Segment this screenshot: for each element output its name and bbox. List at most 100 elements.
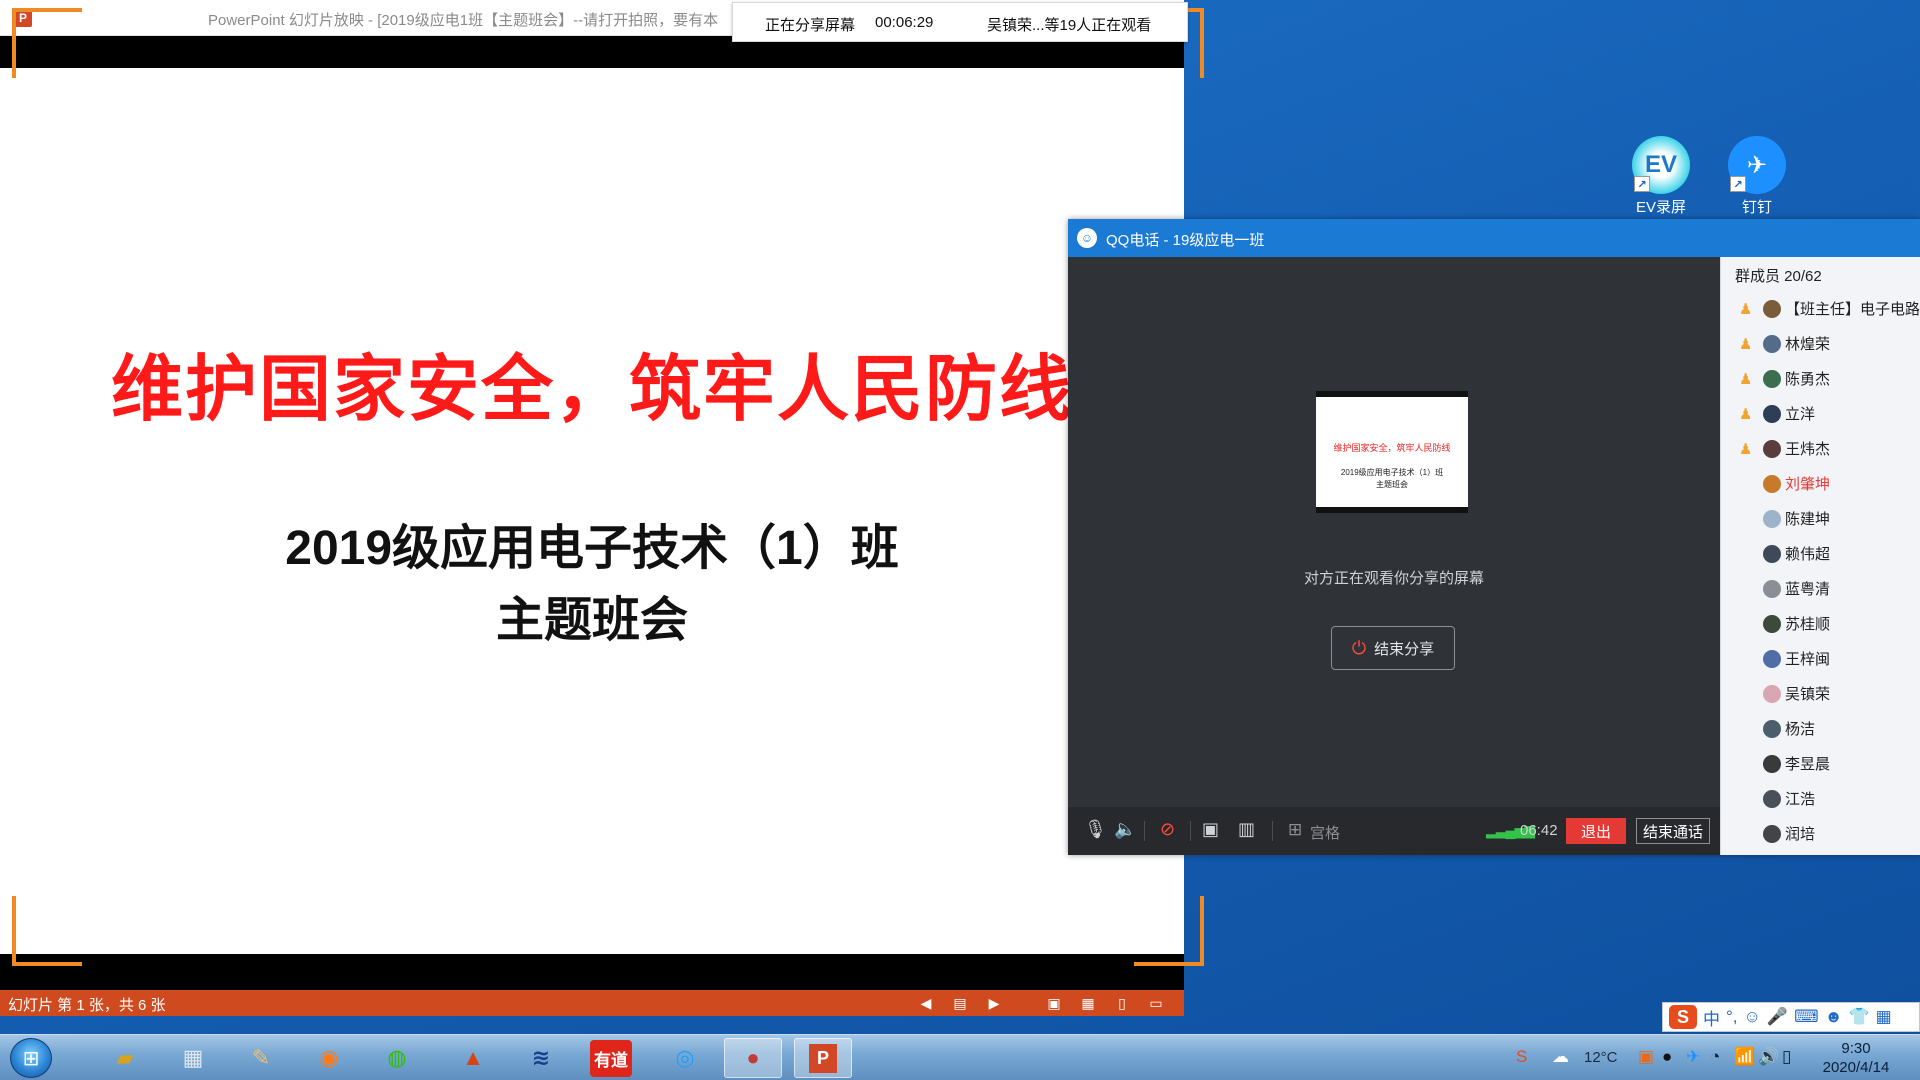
taskbar-wechat-icon[interactable]: ◍ bbox=[368, 1038, 426, 1078]
member-row[interactable]: 刘肇坤 bbox=[1721, 466, 1920, 501]
ime-punctuation[interactable]: °, bbox=[1726, 1007, 1738, 1027]
camera-off-icon[interactable]: ⊘ bbox=[1160, 819, 1175, 840]
taskbar-calculator-icon[interactable]: ▦ bbox=[164, 1038, 222, 1078]
member-row[interactable]: 江浩 bbox=[1721, 781, 1920, 816]
member-row[interactable]: ♟ 王炜杰 bbox=[1721, 431, 1920, 466]
avatar bbox=[1763, 299, 1781, 318]
desktop-icon-dingtalk[interactable]: ✈ ↗ 钉钉 bbox=[1714, 136, 1800, 217]
member-row[interactable]: 李昱晨 bbox=[1721, 746, 1920, 781]
ime-mode[interactable]: 中 bbox=[1703, 1005, 1720, 1030]
weather-cloud-icon[interactable]: ☁ bbox=[1552, 1047, 1569, 1067]
member-row[interactable]: 陈建坤 bbox=[1721, 501, 1920, 536]
taskbar-file-explorer-icon[interactable]: ▰ bbox=[96, 1038, 154, 1078]
slide-canvas[interactable]: 维护国家安全，筑牢人民防线 2019级应用电子技术（1）班 主题班会 bbox=[0, 68, 1184, 954]
qq-call-controls: 🎙 🔈 ⊘ ▣ ▥ ⊞ 宫格 ▂▃▄▅▆ 06:42 退出 结束通话 bbox=[1068, 807, 1720, 855]
exit-call-button[interactable]: 退出 bbox=[1566, 818, 1626, 844]
slideshow-view-icon[interactable]: ▭ bbox=[1146, 993, 1166, 1013]
taskbar-powerpoint-icon[interactable]: P bbox=[794, 1038, 852, 1078]
shared-screen-thumbnail[interactable]: 维护国家安全，筑牢人民防线 2019级应用电子技术（1）班 主题班会 bbox=[1316, 391, 1468, 513]
microphone-icon[interactable]: 🎙 bbox=[1084, 819, 1107, 840]
volume-icon[interactable]: 🔊 bbox=[1758, 1047, 1779, 1067]
powerpoint-slideshow-window: P PowerPoint 幻灯片放映 - [2019级应电1班【主题班会】--请… bbox=[0, 0, 1184, 1016]
avatar bbox=[1763, 824, 1781, 843]
taskbar-matlab-icon[interactable]: ▲ bbox=[444, 1038, 502, 1078]
ime-toolbar[interactable]: S 中 °, ☺ 🎤 ⌨ ☻ 👕 ▦ bbox=[1662, 1002, 1920, 1032]
slide-subtitle-line2: 主题班会 bbox=[495, 594, 688, 647]
qq-window-title: QQ电话 - 19级应电一班 bbox=[1106, 232, 1265, 249]
screen-share-icon[interactable]: ▣ bbox=[1202, 819, 1219, 840]
member-row[interactable]: 润培 bbox=[1721, 816, 1920, 851]
slide-subtitle-line1: 2019级应用电子技术（1）班 bbox=[285, 522, 899, 575]
avatar bbox=[1763, 754, 1781, 773]
taskbar-paint-icon[interactable]: ✎ bbox=[232, 1038, 290, 1078]
member-row[interactable]: 杨洁 bbox=[1721, 711, 1920, 746]
speaker-icon[interactable]: 🔈 bbox=[1114, 819, 1136, 840]
share-viewers[interactable]: 吴镇荣...等19人正在观看 bbox=[987, 14, 1151, 35]
desktop-icon-ev-recorder[interactable]: EV ↗ EV录屏 bbox=[1618, 136, 1704, 217]
slide-sorter-icon[interactable]: ▦ bbox=[1078, 993, 1098, 1013]
member-name: 李昱晨 bbox=[1785, 756, 1831, 773]
skin-icon[interactable]: 👕 bbox=[1849, 1007, 1870, 1027]
qq-titlebar[interactable]: ☺ QQ电话 - 19级应电一班 bbox=[1068, 219, 1920, 257]
previous-slide-icon[interactable]: ◀ bbox=[916, 993, 936, 1013]
mic-active-icon: ♟ bbox=[1739, 405, 1753, 423]
dingtalk-tray-icon[interactable]: ✈ bbox=[1686, 1047, 1700, 1067]
member-name: 【班主任】电子电路 bbox=[1785, 301, 1920, 318]
taskbar-qq-call-icon[interactable]: ● bbox=[724, 1038, 782, 1078]
shortcut-arrow-icon: ↗ bbox=[1730, 176, 1746, 192]
tray-app-icon[interactable]: ▣ bbox=[1638, 1047, 1654, 1067]
user-icon[interactable]: ☻ bbox=[1825, 1007, 1843, 1027]
end-share-button[interactable]: ⏻ 结束分享 bbox=[1331, 626, 1455, 670]
member-row[interactable]: ♟ 陈勇杰 bbox=[1721, 361, 1920, 396]
divider bbox=[1144, 821, 1145, 841]
taskbar-firefox-icon[interactable]: ◉ bbox=[300, 1038, 358, 1078]
avatar bbox=[1763, 509, 1781, 528]
sogou-tray-icon[interactable]: S bbox=[1516, 1047, 1527, 1067]
thumbnail-slide-title: 维护国家安全，筑牢人民防线 bbox=[1333, 443, 1451, 453]
voice-input-icon[interactable]: 🎤 bbox=[1767, 1007, 1788, 1027]
end-call-button[interactable]: 结束通话 bbox=[1636, 818, 1710, 844]
presentation-icon[interactable]: ▥ bbox=[1238, 819, 1255, 840]
grid-view-icon[interactable]: ⊞ bbox=[1288, 820, 1302, 840]
avatar bbox=[1763, 614, 1781, 633]
reading-view-icon[interactable]: ▯ bbox=[1112, 993, 1132, 1013]
slide-counter: 幻灯片 第 1 张，共 6 张 bbox=[8, 997, 166, 1014]
member-row[interactable]: 王梓闽 bbox=[1721, 641, 1920, 676]
qq-tray-icon[interactable]: ● bbox=[1662, 1047, 1672, 1067]
member-row[interactable]: ♟ 立洋 bbox=[1721, 396, 1920, 431]
taskbar-qq-browser-icon[interactable]: ◎ bbox=[656, 1038, 714, 1078]
slide-title: 维护国家安全，筑牢人民防线 bbox=[110, 346, 1073, 431]
avatar bbox=[1763, 579, 1781, 598]
normal-view-icon[interactable]: ▣ bbox=[1044, 993, 1064, 1013]
sogou-ime-icon[interactable]: S bbox=[1669, 1005, 1697, 1029]
member-row[interactable]: 苏桂顺 bbox=[1721, 606, 1920, 641]
tray-app-icon-2[interactable]: ◔ bbox=[1710, 1047, 1720, 1067]
letterbox-bottom bbox=[0, 954, 1184, 990]
battery-icon[interactable]: ▯ bbox=[1782, 1047, 1791, 1067]
member-row[interactable]: 吴镇荣 bbox=[1721, 676, 1920, 711]
thumbnail-slide-subtitle2: 主题班会 bbox=[1376, 480, 1408, 489]
member-panel: 群成员 20/62 ♟ 【班主任】电子电路 ♟ 林煌荣 ♟ 陈勇杰 ♟ 立洋 ♟ 王炜杰 刘肇坤 陈建… bbox=[1720, 257, 1920, 855]
member-row[interactable]: 蓝粤清 bbox=[1721, 571, 1920, 606]
network-icon[interactable]: 📶 bbox=[1734, 1047, 1755, 1067]
start-button[interactable]: ⊞ bbox=[10, 1038, 52, 1078]
avatar bbox=[1763, 789, 1781, 808]
qq-call-icon: ☺ bbox=[1077, 228, 1097, 248]
taskbar-clock[interactable]: 9:30 2020/4/14 bbox=[1806, 1039, 1906, 1077]
screen-share-banner[interactable]: 正在分享屏幕 00:06:29 吴镇荣...等19人正在观看 bbox=[732, 2, 1188, 42]
grid-view-label[interactable]: 宫格 bbox=[1310, 822, 1340, 843]
emoji-icon[interactable]: ☺ bbox=[1744, 1007, 1761, 1027]
taskbar-app-icon[interactable]: ≋ bbox=[512, 1038, 570, 1078]
member-row[interactable]: 赖伟超 bbox=[1721, 536, 1920, 571]
next-slide-icon[interactable]: ▶ bbox=[984, 993, 1004, 1013]
divider bbox=[1272, 821, 1273, 841]
member-row[interactable]: ♟ 林煌荣 bbox=[1721, 326, 1920, 361]
member-row[interactable]: ♟ 【班主任】电子电路 bbox=[1721, 291, 1920, 326]
slide-menu-icon[interactable]: ▤ bbox=[950, 993, 970, 1013]
qq-share-view: 维护国家安全，筑牢人民防线 2019级应用电子技术（1）班 主题班会 对方正在观… bbox=[1068, 257, 1720, 807]
keyboard-icon[interactable]: ⌨ bbox=[1794, 1007, 1819, 1027]
toolbox-icon[interactable]: ▦ bbox=[1876, 1007, 1892, 1027]
avatar bbox=[1763, 684, 1781, 703]
share-status: 正在分享屏幕 bbox=[765, 17, 856, 34]
taskbar-youdao-button[interactable]: 有道 bbox=[582, 1038, 640, 1078]
